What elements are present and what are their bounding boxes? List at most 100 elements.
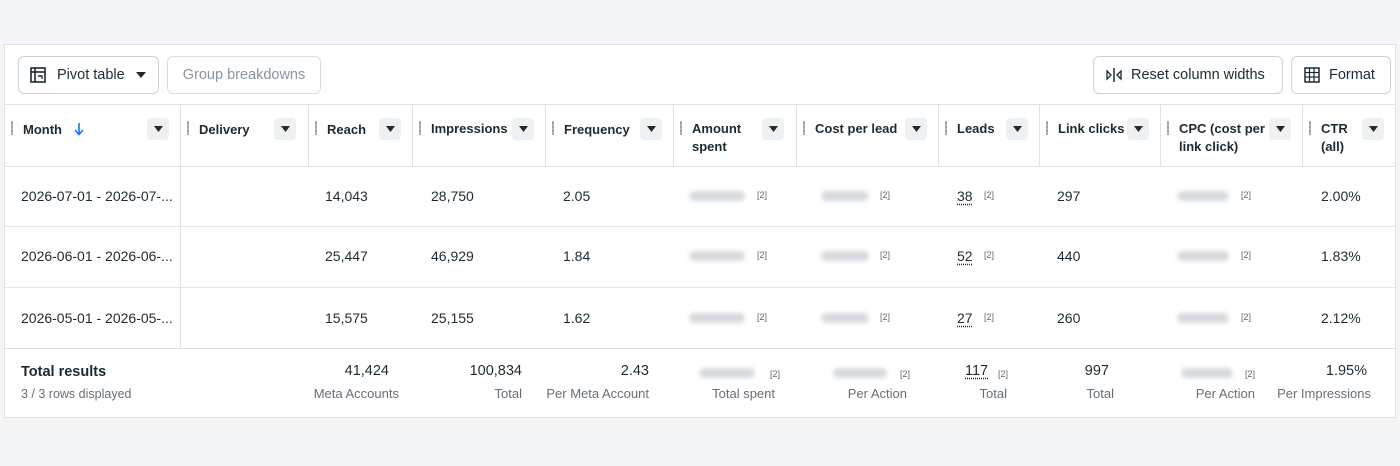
- total-leads[interactable]: 117: [965, 363, 988, 379]
- footnote-marker: [2]: [1241, 250, 1252, 260]
- redacted-total-cpc: [1181, 368, 1233, 378]
- footnote-marker: [2]: [757, 312, 768, 322]
- cell-impressions: 25,155: [431, 310, 474, 326]
- footnote-marker: [2]: [998, 369, 1009, 379]
- column-header-label: Month: [23, 122, 62, 137]
- column-grip-icon[interactable]: [419, 121, 421, 135]
- column-header-leads[interactable]: Leads: [939, 105, 1039, 167]
- total-amount-spent-sub: Total spent: [712, 386, 775, 401]
- footnote-marker: [2]: [770, 369, 781, 379]
- cell-month: 2026-06-01 - 2026-06-...: [21, 248, 173, 264]
- cell-month: 2026-05-01 - 2026-05-...: [21, 310, 173, 326]
- column-grip-icon[interactable]: [1309, 121, 1311, 135]
- cell-frequency: 2.05: [563, 188, 591, 204]
- pivot-table-icon: [28, 66, 48, 84]
- column-header-link-clicks[interactable]: Link clicks: [1040, 105, 1160, 167]
- column-header-cost-per-lead[interactable]: Cost per lead: [797, 105, 938, 167]
- column-header-cpc[interactable]: CPC (cost per link click): [1161, 105, 1302, 167]
- column-menu-button[interactable]: [379, 118, 401, 140]
- total-reach-sub: Meta Accounts: [313, 386, 399, 401]
- total-cpc-sub: Per Action: [1195, 386, 1255, 401]
- pivot-table-label: Pivot table: [57, 67, 125, 83]
- column-menu-button[interactable]: [274, 118, 296, 140]
- redacted-cpc: [1177, 251, 1229, 261]
- redacted-amount-spent: [689, 313, 745, 323]
- redacted-total-amount-spent: [699, 368, 755, 378]
- footnote-marker: [2]: [1241, 190, 1252, 200]
- redacted-cost-per-lead: [821, 251, 869, 261]
- column-grip-icon[interactable]: [187, 121, 189, 135]
- total-impressions-sub: Total: [494, 386, 522, 401]
- table-row[interactable]: 2026-07-01 - 2026-07-... 14,043 28,750 2…: [5, 166, 1395, 227]
- column-header-frequency[interactable]: Frequency: [546, 105, 673, 167]
- column-menu-button[interactable]: [905, 118, 927, 140]
- column-grip-icon[interactable]: [315, 121, 317, 135]
- cell-impressions: 28,750: [431, 188, 474, 204]
- column-menu-button[interactable]: [512, 118, 534, 140]
- total-cost-per-lead-sub: Per Action: [847, 386, 907, 401]
- column-menu-button[interactable]: [762, 118, 784, 140]
- pivot-table-button[interactable]: Pivot table: [18, 56, 159, 94]
- cell-leads[interactable]: 27: [957, 309, 973, 327]
- cell-link-clicks: 440: [1057, 248, 1081, 264]
- column-header-label: Delivery: [199, 122, 250, 137]
- column-grip-icon[interactable]: [11, 121, 13, 135]
- column-header-ctr[interactable]: CTR (all): [1303, 105, 1395, 167]
- column-grip-icon[interactable]: [1046, 121, 1048, 135]
- column-grip-icon[interactable]: [945, 121, 947, 135]
- total-frequency: 2.43: [620, 363, 649, 379]
- column-header-impressions[interactable]: Impressions: [413, 105, 545, 167]
- format-grid-icon: [1303, 66, 1321, 84]
- column-grip-icon[interactable]: [803, 121, 805, 135]
- cell-leads[interactable]: 52: [957, 247, 973, 265]
- footnote-marker: [2]: [900, 369, 911, 379]
- column-grip-icon[interactable]: [552, 121, 554, 135]
- column-header-amount-spent[interactable]: Amount spent: [674, 105, 796, 167]
- format-button[interactable]: Format: [1291, 56, 1391, 94]
- cell-leads[interactable]: 38: [957, 187, 973, 205]
- redacted-amount-spent: [689, 251, 745, 261]
- total-ctr-sub: Per Impressions: [1277, 386, 1371, 401]
- format-label: Format: [1329, 67, 1375, 83]
- column-header-label: Frequency: [564, 122, 630, 137]
- rows-displayed-count: 3 / 3 rows displayed: [21, 387, 132, 401]
- footnote-marker: [2]: [880, 312, 891, 322]
- cell-ctr: 2.12%: [1321, 310, 1361, 326]
- group-breakdowns-label: Group breakdowns: [182, 67, 306, 83]
- redacted-cost-per-lead: [821, 313, 869, 323]
- toolbar: Pivot table Group breakdowns Reset colum…: [5, 45, 1395, 105]
- cell-ctr: 1.83%: [1321, 248, 1361, 264]
- column-grip-icon[interactable]: [1167, 121, 1169, 135]
- column-header-label: CTR (all): [1321, 121, 1348, 154]
- column-menu-button[interactable]: [1362, 118, 1384, 140]
- column-header-label: Leads: [957, 121, 995, 136]
- column-menu-button[interactable]: [1127, 118, 1149, 140]
- footnote-marker: [2]: [1245, 369, 1256, 379]
- cell-frequency: 1.84: [563, 248, 591, 264]
- footnote-marker: [2]: [757, 190, 768, 200]
- table-header-row: Month Delivery Reach Impressions Frequen…: [5, 104, 1395, 167]
- column-header-month[interactable]: Month: [5, 105, 180, 167]
- column-header-label: Link clicks: [1058, 121, 1125, 136]
- column-menu-button[interactable]: [1006, 118, 1028, 140]
- total-frequency-sub: Per Meta Account: [546, 386, 649, 401]
- sort-down-arrow-icon[interactable]: [73, 122, 85, 141]
- table-row[interactable]: 2026-05-01 - 2026-05-... 15,575 25,155 1…: [5, 288, 1395, 349]
- column-header-delivery[interactable]: Delivery: [181, 105, 308, 167]
- column-menu-button[interactable]: [1269, 118, 1291, 140]
- cell-month: 2026-07-01 - 2026-07-...: [21, 188, 173, 204]
- column-grip-icon[interactable]: [680, 121, 682, 135]
- cell-link-clicks: 260: [1057, 310, 1081, 326]
- footnote-marker: [2]: [984, 190, 995, 200]
- redacted-amount-spent: [689, 191, 745, 201]
- reset-column-widths-button[interactable]: Reset column widths: [1093, 56, 1283, 94]
- group-breakdowns-button[interactable]: Group breakdowns: [167, 56, 321, 94]
- footnote-marker: [2]: [984, 312, 995, 322]
- cell-reach: 25,447: [325, 248, 368, 264]
- footnote-marker: [2]: [1241, 312, 1252, 322]
- column-header-label: Reach: [327, 122, 367, 137]
- table-row[interactable]: 2026-06-01 - 2026-06-... 25,447 46,929 1…: [5, 227, 1395, 288]
- column-menu-button[interactable]: [640, 118, 662, 140]
- column-header-reach[interactable]: Reach: [309, 105, 412, 167]
- column-menu-button[interactable]: [147, 118, 169, 140]
